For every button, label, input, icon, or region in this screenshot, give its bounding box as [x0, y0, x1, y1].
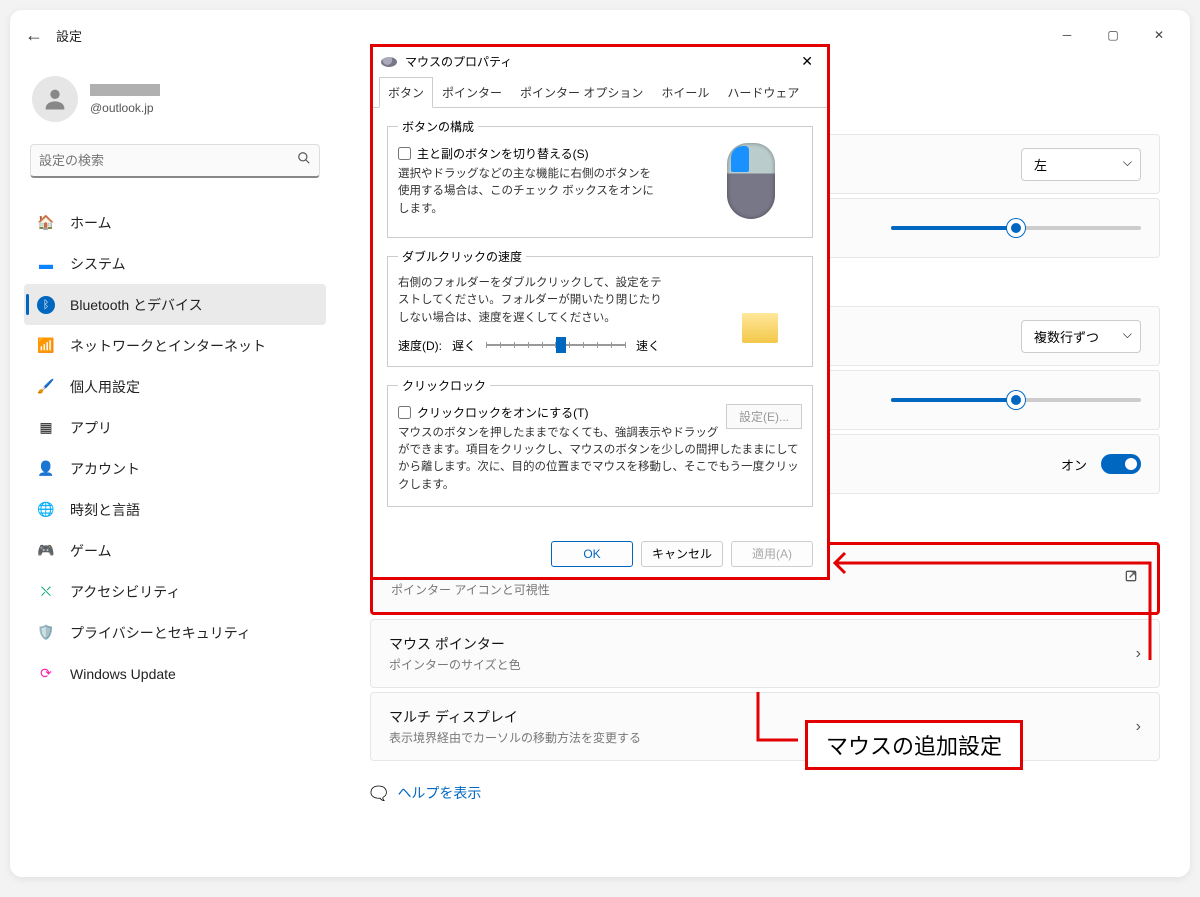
mouse-properties-dialog: マウスのプロパティ ✕ ボタン ポインター ポインター オプション ホイール ハ…: [370, 44, 830, 580]
apply-button: 適用(A): [731, 541, 813, 567]
dialog-close-button[interactable]: ✕: [795, 53, 819, 70]
mouse-icon: [381, 57, 397, 67]
gamepad-icon: 🎮: [36, 541, 56, 561]
cancel-button[interactable]: キャンセル: [641, 541, 723, 567]
nav-bluetooth-devices[interactable]: ᛒBluetooth とデバイス: [24, 284, 326, 325]
lines-slider[interactable]: [891, 398, 1141, 402]
nav-apps[interactable]: ▦アプリ: [24, 407, 326, 448]
double-click-group: ダブルクリックの速度 右側のフォルダーをダブルクリックして、設定をテストしてくだ…: [387, 248, 813, 367]
nav-gaming[interactable]: 🎮ゲーム: [24, 530, 326, 571]
button-config-group: ボタンの構成 主と副のボタンを切り替える(S) 選択やドラッグなどの主な機能に右…: [387, 118, 813, 238]
profile-block[interactable]: @outlook.jp: [32, 76, 318, 122]
cursor-speed-slider[interactable]: [891, 226, 1141, 230]
profile-name-redacted: [90, 84, 160, 96]
maximize-button[interactable]: ▢: [1090, 17, 1136, 53]
popout-icon: [1123, 568, 1139, 589]
close-button[interactable]: ✕: [1136, 17, 1182, 53]
hover-scroll-toggle[interactable]: [1101, 454, 1141, 474]
wifi-icon: 📶: [36, 336, 56, 356]
search-icon: [297, 151, 311, 170]
bluetooth-icon: ᛒ: [36, 295, 56, 315]
nav-network[interactable]: 📶ネットワークとインターネット: [24, 325, 326, 366]
ok-button[interactable]: OK: [551, 541, 633, 567]
tab-hardware[interactable]: ハードウェア: [718, 77, 808, 108]
double-click-speed-slider[interactable]: [486, 344, 626, 346]
nav-personalization[interactable]: 🖌️個人用設定: [24, 366, 326, 407]
help-icon: 🗨️: [370, 785, 387, 802]
account-icon: 👤: [36, 459, 56, 479]
dialog-tabs: ボタン ポインター ポインター オプション ホイール ハードウェア: [373, 76, 827, 108]
nav-time-language[interactable]: 🌐時刻と言語: [24, 489, 326, 530]
shield-icon: 🛡️: [36, 623, 56, 643]
accessibility-icon: ⛌: [36, 582, 56, 602]
multi-display-row[interactable]: マルチ ディスプレイ 表示境界経由でカーソルの移動方法を変更する ›: [370, 692, 1160, 761]
update-icon: ⟳: [36, 664, 56, 684]
clicklock-settings-button: 設定(E)...: [726, 404, 802, 429]
mouse-illustration: [716, 143, 786, 243]
tab-pointer[interactable]: ポインター: [433, 77, 511, 108]
nav-list: 🏠ホーム ▬システム ᛒBluetooth とデバイス 📶ネットワークとインター…: [24, 202, 326, 694]
search-input[interactable]: [39, 153, 297, 168]
system-icon: ▬: [36, 254, 56, 274]
chevron-right-icon: ›: [1136, 645, 1141, 663]
sidebar: @outlook.jp 🏠ホーム ▬システム ᛒBluetooth とデバイス …: [10, 60, 340, 877]
tab-buttons[interactable]: ボタン: [379, 77, 433, 108]
tab-wheel[interactable]: ホイール: [652, 77, 718, 108]
dialog-titlebar: マウスのプロパティ ✕: [373, 47, 827, 76]
mouse-pointer-row[interactable]: マウス ポインター ポインターのサイズと色 ›: [370, 619, 1160, 688]
nav-accessibility[interactable]: ⛌アクセシビリティ: [24, 571, 326, 612]
folder-icon[interactable]: [742, 313, 778, 343]
help-link[interactable]: 🗨️ ヘルプを表示: [370, 783, 1160, 803]
primary-button-select[interactable]: 左: [1021, 148, 1141, 181]
globe-icon: 🌐: [36, 500, 56, 520]
profile-email: @outlook.jp: [90, 101, 160, 115]
nav-accounts[interactable]: 👤アカウント: [24, 448, 326, 489]
toggle-label: オン: [1061, 455, 1087, 474]
brush-icon: 🖌️: [36, 377, 56, 397]
roll-wheel-select[interactable]: 複数行ずつ: [1021, 320, 1141, 353]
clicklock-group: クリックロック 設定(E)... クリックロックをオンにする(T) マウスのボタ…: [387, 377, 813, 507]
clicklock-checkbox[interactable]: クリックロックをオンにする(T): [398, 404, 726, 421]
nav-home[interactable]: 🏠ホーム: [24, 202, 326, 243]
nav-windows-update[interactable]: ⟳Windows Update: [24, 653, 326, 694]
minimize-button[interactable]: ─: [1044, 17, 1090, 53]
avatar: [32, 76, 78, 122]
apps-icon: ▦: [36, 418, 56, 438]
tab-pointer-options[interactable]: ポインター オプション: [511, 77, 652, 108]
back-button[interactable]: ←: [18, 19, 50, 51]
annotation-box: マウスの追加設定: [805, 720, 1023, 770]
window-title: 設定: [56, 26, 82, 45]
nav-privacy[interactable]: 🛡️プライバシーとセキュリティ: [24, 612, 326, 653]
nav-system[interactable]: ▬システム: [24, 243, 326, 284]
chevron-right-icon: ›: [1136, 718, 1141, 736]
search-box[interactable]: [30, 144, 320, 178]
home-icon: 🏠: [36, 213, 56, 233]
dialog-title: マウスのプロパティ: [405, 53, 512, 70]
